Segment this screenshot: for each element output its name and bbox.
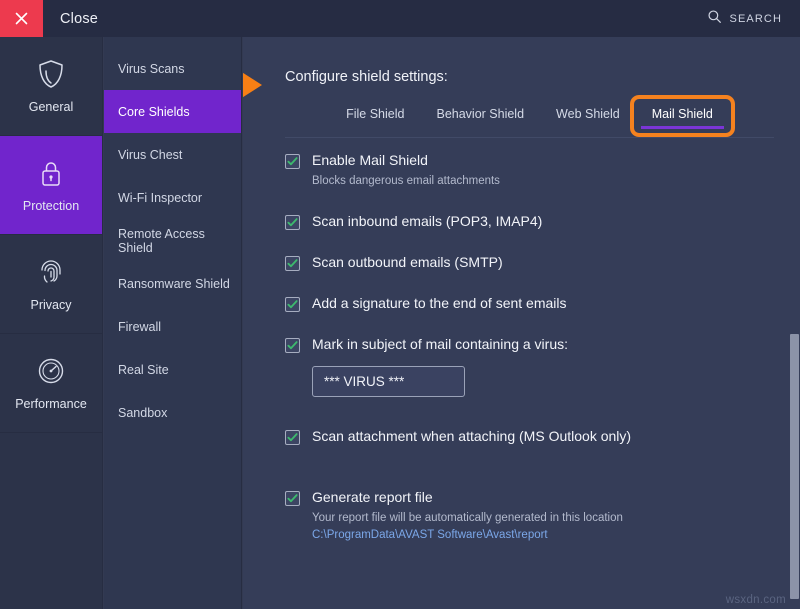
tab-file-shield[interactable]: File Shield xyxy=(330,103,420,131)
check-icon xyxy=(287,156,298,167)
subnav-item-core-shields[interactable]: Core Shields xyxy=(104,90,241,133)
option-mark-subject: Mark in subject of mail containing a vir… xyxy=(285,335,785,354)
sidebar-item-label: Privacy xyxy=(31,298,72,312)
checkbox-generate-report[interactable] xyxy=(285,491,300,506)
search-label: SEARCH xyxy=(730,13,782,25)
option-label: Add a signature to the end of sent email… xyxy=(312,294,785,313)
check-icon xyxy=(287,340,298,351)
subnav-item-remote-access-shield[interactable]: Remote Access Shield xyxy=(104,219,241,262)
watermark: wsxdn.com xyxy=(726,594,786,606)
subnav-item-ransomware-shield[interactable]: Ransomware Shield xyxy=(104,262,241,305)
shield-icon xyxy=(35,58,67,90)
sidebar-item-general[interactable]: General xyxy=(0,37,102,136)
tab-mail-shield[interactable]: Mail Shield xyxy=(636,103,729,131)
option-scan-inbound-emails: Scan inbound emails (POP3, IMAP4) xyxy=(285,212,785,231)
sidebar-item-label: Protection xyxy=(23,199,79,213)
option-label: Generate report file xyxy=(312,488,785,507)
check-icon xyxy=(287,299,298,310)
sidebar-item-label: General xyxy=(29,100,73,114)
subnav-item-virus-chest[interactable]: Virus Chest xyxy=(104,133,241,176)
vertical-scrollbar[interactable] xyxy=(789,37,800,609)
search-button[interactable]: SEARCH xyxy=(707,9,782,29)
check-icon xyxy=(287,217,298,228)
close-label[interactable]: Close xyxy=(60,11,98,27)
secondary-sidebar: Virus Scans Core Shields Virus Chest Wi-… xyxy=(104,37,242,609)
option-label: Mark in subject of mail containing a vir… xyxy=(312,335,785,354)
close-x-icon xyxy=(14,11,29,26)
orange-arrow-right-icon xyxy=(243,64,262,106)
option-label: Enable Mail Shield xyxy=(312,151,785,170)
subnav-item-wifi-inspector[interactable]: Wi-Fi Inspector xyxy=(104,176,241,219)
primary-sidebar: General Protection xyxy=(0,37,103,609)
mail-shield-options: Enable Mail Shield Blocks dangerous emai… xyxy=(285,151,785,566)
option-label: Scan attachment when attaching (MS Outlo… xyxy=(312,427,785,446)
close-button[interactable] xyxy=(0,0,43,37)
option-add-signature: Add a signature to the end of sent email… xyxy=(285,294,785,313)
subnav-item-sandbox[interactable]: Sandbox xyxy=(104,391,241,434)
option-sublabel: Blocks dangerous email attachments xyxy=(312,173,785,190)
option-label: Scan inbound emails (POP3, IMAP4) xyxy=(312,212,785,231)
checkbox-mark-subject[interactable] xyxy=(285,338,300,353)
option-scan-outbound-emails: Scan outbound emails (SMTP) xyxy=(285,253,785,272)
tab-web-shield[interactable]: Web Shield xyxy=(540,103,636,131)
tab-behavior-shield[interactable]: Behavior Shield xyxy=(420,103,540,131)
option-scan-attachment: Scan attachment when attaching (MS Outlo… xyxy=(285,427,785,446)
option-generate-report: Generate report file Your report file wi… xyxy=(285,488,785,544)
title-bar: Close SEARCH xyxy=(0,0,800,37)
shield-tabs: File Shield Behavior Shield Web Shield M… xyxy=(285,103,774,135)
lock-icon xyxy=(35,157,67,189)
check-icon xyxy=(287,432,298,443)
sidebar-item-protection[interactable]: Protection xyxy=(0,136,102,235)
subnav-item-real-site[interactable]: Real Site xyxy=(104,348,241,391)
scrollbar-thumb[interactable] xyxy=(790,334,799,599)
subnav-item-firewall[interactable]: Firewall xyxy=(104,305,241,348)
check-icon xyxy=(287,258,298,269)
subnav-item-virus-scans[interactable]: Virus Scans xyxy=(104,47,241,90)
check-icon xyxy=(287,493,298,504)
checkbox-add-signature[interactable] xyxy=(285,297,300,312)
sidebar-empty-space xyxy=(0,433,102,609)
search-icon xyxy=(707,9,722,29)
option-sublabel: Your report file will be automatically g… xyxy=(312,510,785,527)
sidebar-item-performance[interactable]: Performance xyxy=(0,334,102,433)
speedometer-icon xyxy=(35,355,67,387)
checkbox-enable-mail-shield[interactable] xyxy=(285,154,300,169)
option-enable-mail-shield: Enable Mail Shield Blocks dangerous emai… xyxy=(285,151,785,190)
checkbox-scan-attachment[interactable] xyxy=(285,430,300,445)
sidebar-item-label: Performance xyxy=(15,397,87,411)
sidebar-item-privacy[interactable]: Privacy xyxy=(0,235,102,334)
tabs-divider xyxy=(285,137,774,138)
checkbox-scan-inbound-emails[interactable] xyxy=(285,215,300,230)
avast-settings-window: Close SEARCH General xyxy=(0,0,800,609)
fingerprint-icon xyxy=(35,256,67,288)
page-title: Configure shield settings: xyxy=(285,69,448,85)
checkbox-scan-outbound-emails[interactable] xyxy=(285,256,300,271)
report-path-link[interactable]: C:\ProgramData\AVAST Software\Avast\repo… xyxy=(312,527,785,544)
main-content-panel: Configure shield settings: File Shield B… xyxy=(243,37,800,609)
virus-subject-input[interactable] xyxy=(312,366,465,397)
option-label: Scan outbound emails (SMTP) xyxy=(312,253,785,272)
